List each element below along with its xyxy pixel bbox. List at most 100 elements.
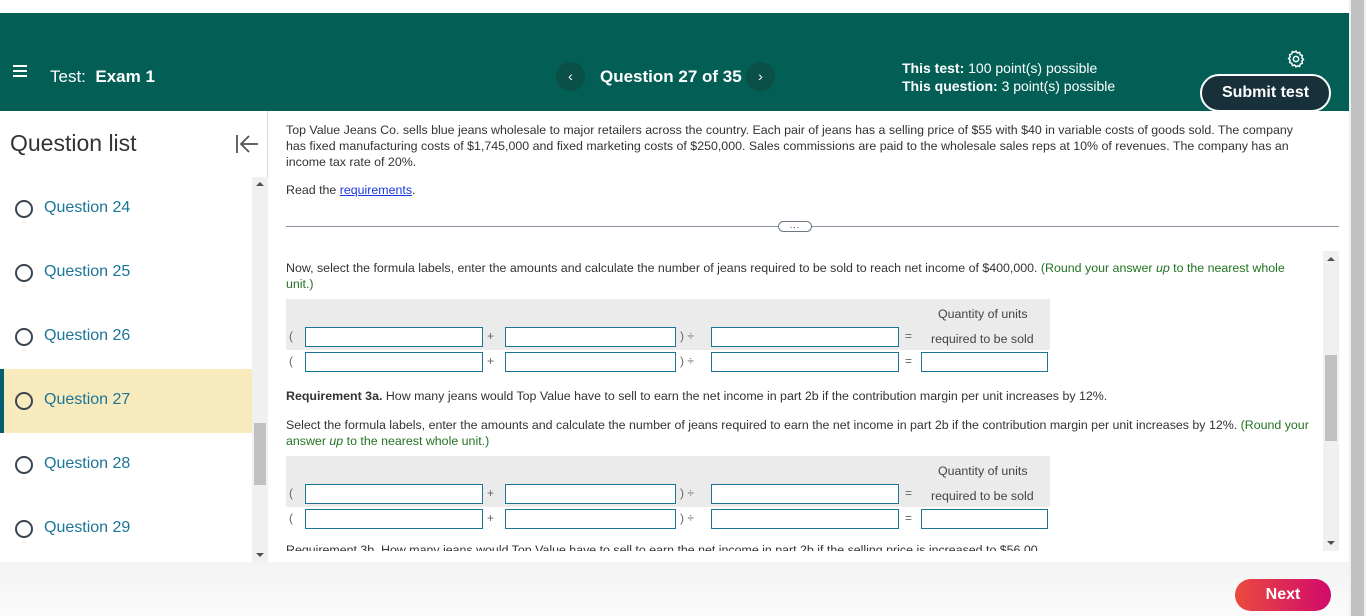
collapse-left-icon[interactable] [234,133,260,155]
requirement-3a-text: How many jeans would Top Value have to s… [382,389,1108,403]
open-paren: ( [289,486,293,500]
amount-input-1[interactable] [305,509,483,529]
label-input-divisor[interactable] [711,327,899,347]
divide-operator: ) ÷ [680,511,694,525]
instruction-text: Select the formula labels, enter the amo… [286,418,1241,432]
question-item-label: Question 25 [44,263,131,280]
question-item-label: Question 26 [44,327,131,344]
radio-icon [15,264,33,282]
result-input-quantity[interactable] [921,352,1048,372]
scrollbar-thumb[interactable] [254,423,266,485]
previous-question-button[interactable]: ‹ [556,62,585,91]
scroll-up-arrow-icon[interactable] [256,182,264,186]
open-paren: ( [289,354,293,368]
answer-pane: Now, select the formula labels, enter th… [269,251,1338,551]
question-item-label: Question 29 [44,519,131,536]
formula-amount-row: ( + ) ÷ = [286,352,1050,372]
plus-operator: + [487,511,495,525]
problem-statement: Top Value Jeans Co. sells blue jeans who… [286,123,1293,169]
question-item-label: Question 28 [44,455,131,472]
amount-input-3[interactable] [711,509,899,529]
question-counter: Question 27 of 35 [600,67,742,86]
formula-amount-row: ( + ) ÷ = [286,509,1050,529]
label-input-target-income[interactable] [505,327,676,347]
label-input-1[interactable] [305,484,483,504]
equals-operator: = [905,354,913,368]
chevron-left-icon: ‹ [568,68,573,84]
radio-icon [15,456,33,474]
question-list: Question 24 Question 25 Question 26 Ques… [0,177,252,562]
question-list-item-26[interactable]: Question 26 [0,305,252,369]
requirement-3a-instruction: Select the formula labels, enter the amo… [286,417,1311,449]
equals-operator: = [905,329,913,343]
scrollbar-thumb[interactable] [1325,355,1337,441]
read-suffix: . [412,183,416,197]
test-name: Exam 1 [95,67,155,86]
this-test-label: This test: [902,60,965,76]
equals-operator: = [905,486,913,500]
gear-icon[interactable] [1286,49,1306,69]
page-scrollbar[interactable] [1349,0,1366,616]
question-list-item-27-active[interactable]: Question 27 [0,369,252,433]
next-button[interactable]: Next [1235,579,1331,611]
question-list-panel: Question list Question 24 Question 25 Qu… [0,111,268,562]
divide-operator: ) ÷ [680,354,694,368]
result-header-line1: Quantity of units [938,307,1028,321]
open-paren: ( [289,511,293,525]
requirements-link[interactable]: requirements [340,183,412,197]
question-list-item-29[interactable]: Question 29 [0,497,252,561]
next-question-button[interactable]: › [746,62,775,91]
formula-label-row: ( + ) ÷ = [286,327,1050,347]
app-header: Test: Exam 1 ‹ Question 27 of 35 › This … [0,13,1349,112]
amount-input-1[interactable] [305,352,483,372]
this-question-value: 3 point(s) possible [1001,78,1116,94]
question-list-item-28[interactable]: Question 28 [0,433,252,497]
test-title: Test: Exam 1 [50,67,155,87]
question-list-item-24[interactable]: Question 24 [0,177,252,241]
radio-icon [15,520,33,538]
submit-test-button[interactable]: Submit test [1200,74,1331,112]
test-label: Test: [50,67,86,86]
top-margin [0,0,1366,13]
open-paren: ( [289,329,293,343]
question-content: Top Value Jeans Co. sells blue jeans who… [269,111,1349,562]
page-scrollbar-thumb[interactable] [1351,0,1364,616]
question-list-item-25[interactable]: Question 25 [0,241,252,305]
instruction-text: Now, select the formula labels, enter th… [286,261,1041,275]
question-list-title: Question list [10,130,137,156]
part2b-instruction: Now, select the formula labels, enter th… [286,260,1311,292]
scroll-down-arrow-icon[interactable] [256,553,264,557]
scroll-down-arrow-icon[interactable] [1327,541,1335,545]
result-header-line1: Quantity of units [938,464,1028,478]
requirement-3a-question: Requirement 3a. How many jeans would Top… [286,388,1311,404]
radio-icon [15,200,33,218]
pane-divider[interactable] [286,226,1339,227]
this-test-value: 100 point(s) possible [968,60,1098,76]
plus-operator: + [487,329,495,343]
label-input-2[interactable] [505,484,676,504]
question-item-label: Question 24 [44,199,131,216]
amount-input-2[interactable] [505,352,676,372]
result-input-quantity[interactable] [921,509,1048,529]
label-input-fixed-costs[interactable] [305,327,483,347]
answer-pane-scrollbar[interactable] [1323,251,1339,551]
scroll-up-arrow-icon[interactable] [1327,257,1335,261]
this-question-label: This question: [902,78,998,94]
question-list-scrollbar[interactable] [252,177,268,562]
requirement-3b-cutoff: Requirement 3b. How many jeans would Top… [286,543,1038,551]
read-requirements: Read the requirements. [286,183,416,197]
equals-operator: = [905,511,913,525]
expand-more-button[interactable]: ... [778,221,812,232]
radio-icon [15,328,33,346]
divide-operator: ) ÷ [680,486,694,500]
hamburger-menu-icon[interactable] [13,65,27,77]
amount-input-2[interactable] [505,509,676,529]
label-input-3[interactable] [711,484,899,504]
question-item-label: Question 27 [44,391,131,408]
amount-input-3[interactable] [711,352,899,372]
requirement-3a-title: Requirement 3a. [286,389,383,403]
formula-table-req3a: Quantity of units required to be sold ( … [286,456,1050,531]
requirement-3b-text: Requirement 3b. How many jeans would Top… [286,543,1038,551]
plus-operator: + [487,354,495,368]
plus-operator: + [487,486,495,500]
